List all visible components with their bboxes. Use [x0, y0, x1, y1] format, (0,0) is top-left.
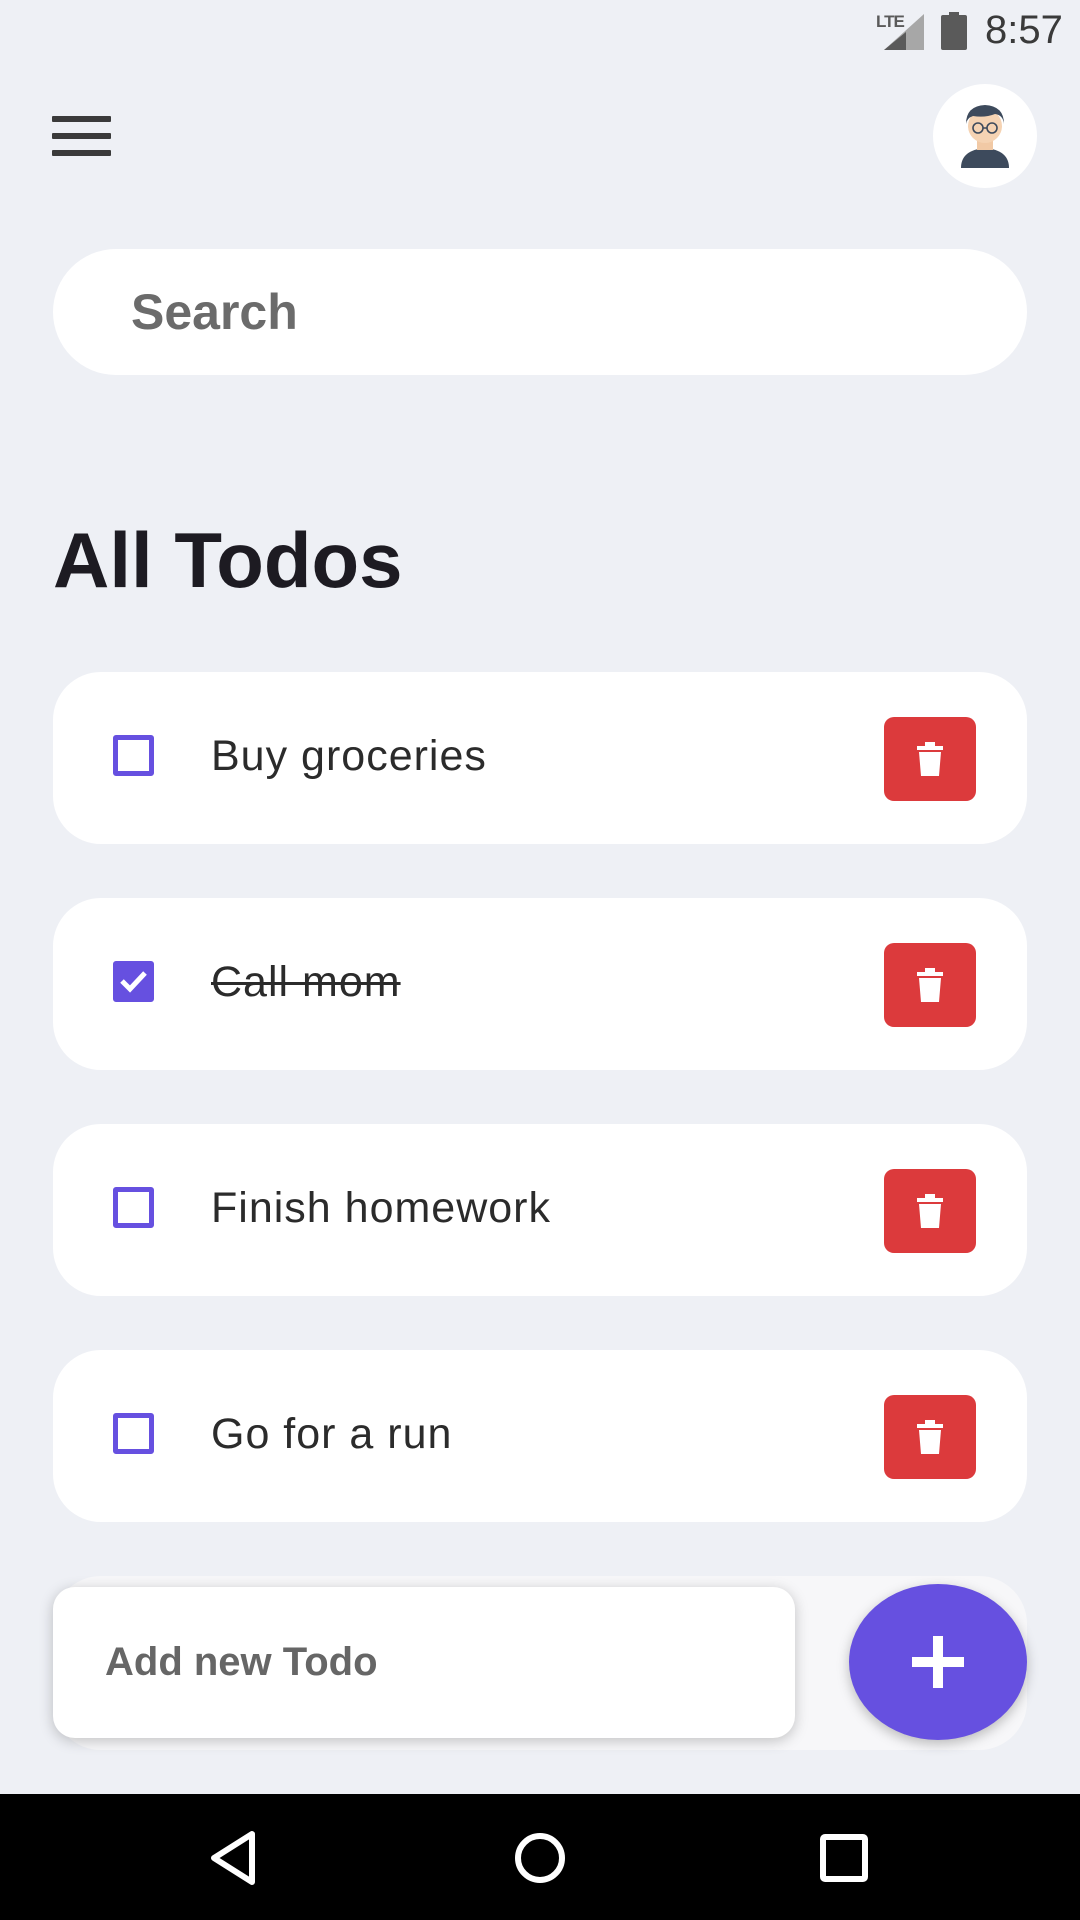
search-bar[interactable]: [53, 249, 1027, 375]
delete-button[interactable]: [884, 717, 976, 801]
trash-icon: [917, 1420, 943, 1454]
checkmark-icon: [120, 971, 147, 993]
delete-button[interactable]: [884, 1395, 976, 1479]
trash-icon: [917, 1194, 943, 1228]
navigation-bar: [0, 1794, 1080, 1920]
page-title: All Todos: [53, 516, 403, 604]
avatar-illustration: [961, 105, 1009, 168]
search-input[interactable]: [131, 249, 991, 375]
hamburger-menu-icon[interactable]: [40, 106, 112, 166]
status-bar: LTE 8:57: [0, 0, 1080, 62]
signal-icon: [884, 14, 924, 50]
trash-icon: [917, 742, 943, 776]
todo-list: Buy groceries Call mom Finish homework G…: [53, 672, 1027, 1576]
todo-item: Go for a run: [53, 1350, 1027, 1522]
todo-checkbox[interactable]: [113, 1413, 154, 1454]
add-todo-field[interactable]: [53, 1587, 795, 1738]
recents-square-icon[interactable]: [808, 1822, 880, 1894]
plus-icon: [912, 1636, 964, 1688]
todo-text: Call mom: [211, 958, 401, 1006]
delete-button[interactable]: [884, 1169, 976, 1253]
home-circle-icon[interactable]: [504, 1822, 576, 1894]
todo-text: Go for a run: [211, 1410, 453, 1458]
todo-checkbox[interactable]: [113, 961, 154, 1002]
todo-text: Finish homework: [211, 1184, 551, 1232]
user-avatar-icon[interactable]: [933, 84, 1037, 188]
delete-button[interactable]: [884, 943, 976, 1027]
add-todo-button[interactable]: [849, 1584, 1027, 1740]
clock: 8:57: [985, 8, 1063, 52]
add-todo-input[interactable]: [105, 1587, 765, 1738]
todo-checkbox[interactable]: [113, 735, 154, 776]
trash-icon: [917, 968, 943, 1002]
todo-item: Call mom: [53, 898, 1027, 1070]
todo-item: Buy groceries: [53, 672, 1027, 844]
todo-checkbox[interactable]: [113, 1187, 154, 1228]
battery-icon: [941, 12, 967, 50]
todo-item: Finish homework: [53, 1124, 1027, 1296]
todo-text: Buy groceries: [211, 732, 487, 780]
back-triangle-icon[interactable]: [200, 1822, 272, 1894]
